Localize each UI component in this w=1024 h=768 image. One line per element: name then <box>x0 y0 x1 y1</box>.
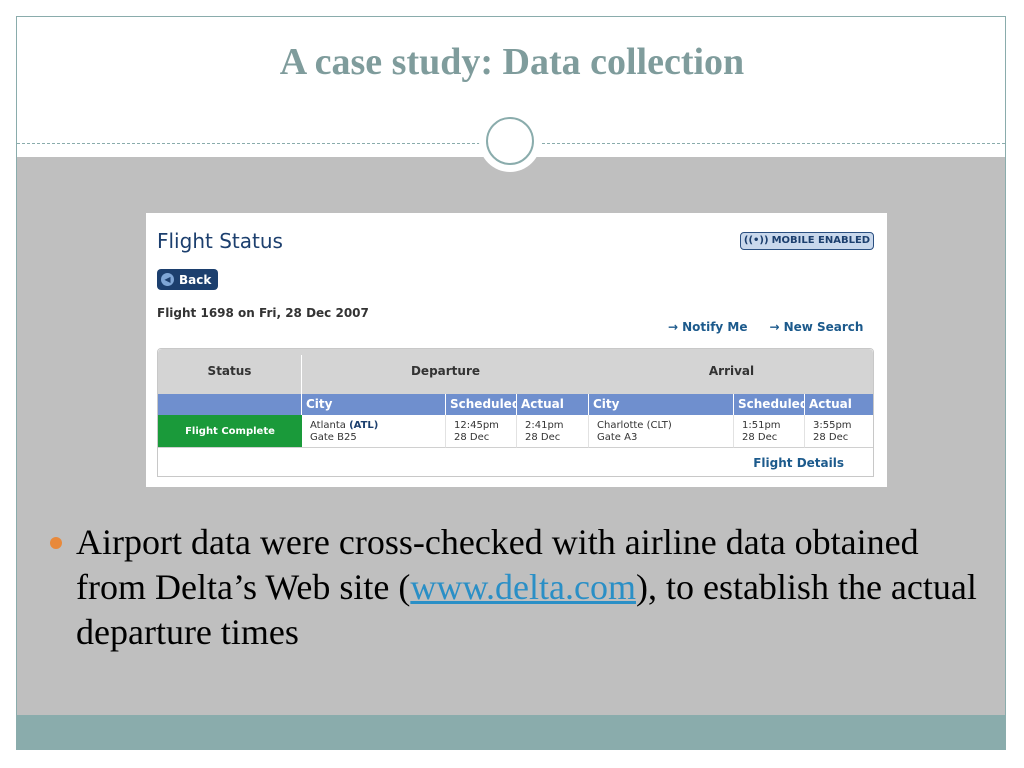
arr-scheduled-date: 28 Dec <box>742 432 778 443</box>
dep-actual-column: Actual <box>517 394 589 415</box>
arr-city: Charlotte (CLT) <box>597 420 672 431</box>
arr-city-cell: Charlotte (CLT) Gate A3 <box>589 415 734 448</box>
circle-ornament-icon <box>479 110 541 172</box>
new-search-link[interactable]: → New Search <box>770 320 864 334</box>
wireless-icon: ((•)) <box>743 235 769 246</box>
slide-title: A case study: Data collection <box>279 41 745 83</box>
bullet-icon <box>50 537 62 549</box>
notify-me-label: Notify Me <box>682 320 748 334</box>
new-search-label: New Search <box>783 320 864 334</box>
flight-status-title: Flight Status <box>157 229 283 253</box>
arr-actual-column: Actual <box>805 394 873 415</box>
arr-actual-cell: 3:55pm 28 Dec <box>805 415 873 448</box>
dep-actual-date: 28 Dec <box>525 432 561 443</box>
flight-details-link[interactable]: Flight Details <box>753 456 844 470</box>
table-subheader-row: City Scheduled Actual City Scheduled Act… <box>158 394 873 415</box>
arr-scheduled-column: Scheduled <box>734 394 808 415</box>
arr-actual-time: 3:55pm <box>813 420 852 431</box>
back-button-label: Back <box>179 272 212 287</box>
arr-scheduled-cell: 1:51pm 28 Dec <box>734 415 805 448</box>
back-arrow-icon: ◀ <box>161 273 174 286</box>
arr-gate: Gate A3 <box>597 432 638 443</box>
bullet-text: Airport data were cross-checked with air… <box>76 520 981 655</box>
flight-status-screenshot: Flight Status ((•)) MOBILE ENABLED ◀ Bac… <box>146 213 887 487</box>
notify-me-link[interactable]: → Notify Me <box>668 320 748 334</box>
footer-bar <box>17 715 1005 749</box>
dep-gate: Gate B25 <box>310 432 357 443</box>
status-subheader <box>158 394 302 415</box>
dep-actual-time: 2:41pm <box>525 420 564 431</box>
dep-airport-code[interactable]: (ATL) <box>349 420 378 431</box>
dep-city-column: City <box>302 394 446 415</box>
table-row: Flight Complete Atlanta (ATL) Gate B25 1… <box>158 415 873 448</box>
dep-city-cell: Atlanta (ATL) Gate B25 <box>302 415 446 448</box>
flight-info: Flight 1698 on Fri, 28 Dec 2007 <box>157 306 369 320</box>
action-links: → Notify Me → New Search <box>668 320 863 334</box>
table-header-row: Status Departure Arrival <box>158 349 873 394</box>
arrow-right-icon: → <box>668 320 679 334</box>
delta-website-link[interactable]: www.delta.com <box>410 567 636 607</box>
arr-actual-date: 28 Dec <box>813 432 849 443</box>
dep-scheduled-cell: 12:45pm 28 Dec <box>446 415 517 448</box>
dep-city: Atlanta <box>310 420 346 431</box>
dep-scheduled-time: 12:45pm <box>454 420 499 431</box>
dep-scheduled-date: 28 Dec <box>454 432 490 443</box>
flight-status-table: Status Departure Arrival City Scheduled … <box>157 348 874 477</box>
status-header: Status <box>207 364 252 378</box>
dep-scheduled-column: Scheduled <box>446 394 520 415</box>
departure-header: Departure <box>410 364 481 378</box>
back-button[interactable]: ◀ Back <box>157 269 218 290</box>
status-badge: Flight Complete <box>158 415 302 448</box>
dep-actual-cell: 2:41pm 28 Dec <box>517 415 589 448</box>
arrival-header: Arrival <box>708 364 755 378</box>
mobile-enabled-badge[interactable]: ((•)) MOBILE ENABLED <box>740 232 874 250</box>
arrow-right-icon: → <box>769 320 780 334</box>
arr-scheduled-time: 1:51pm <box>742 420 781 431</box>
arr-city-column: City <box>589 394 734 415</box>
mobile-badge-label: MOBILE ENABLED <box>771 235 871 246</box>
